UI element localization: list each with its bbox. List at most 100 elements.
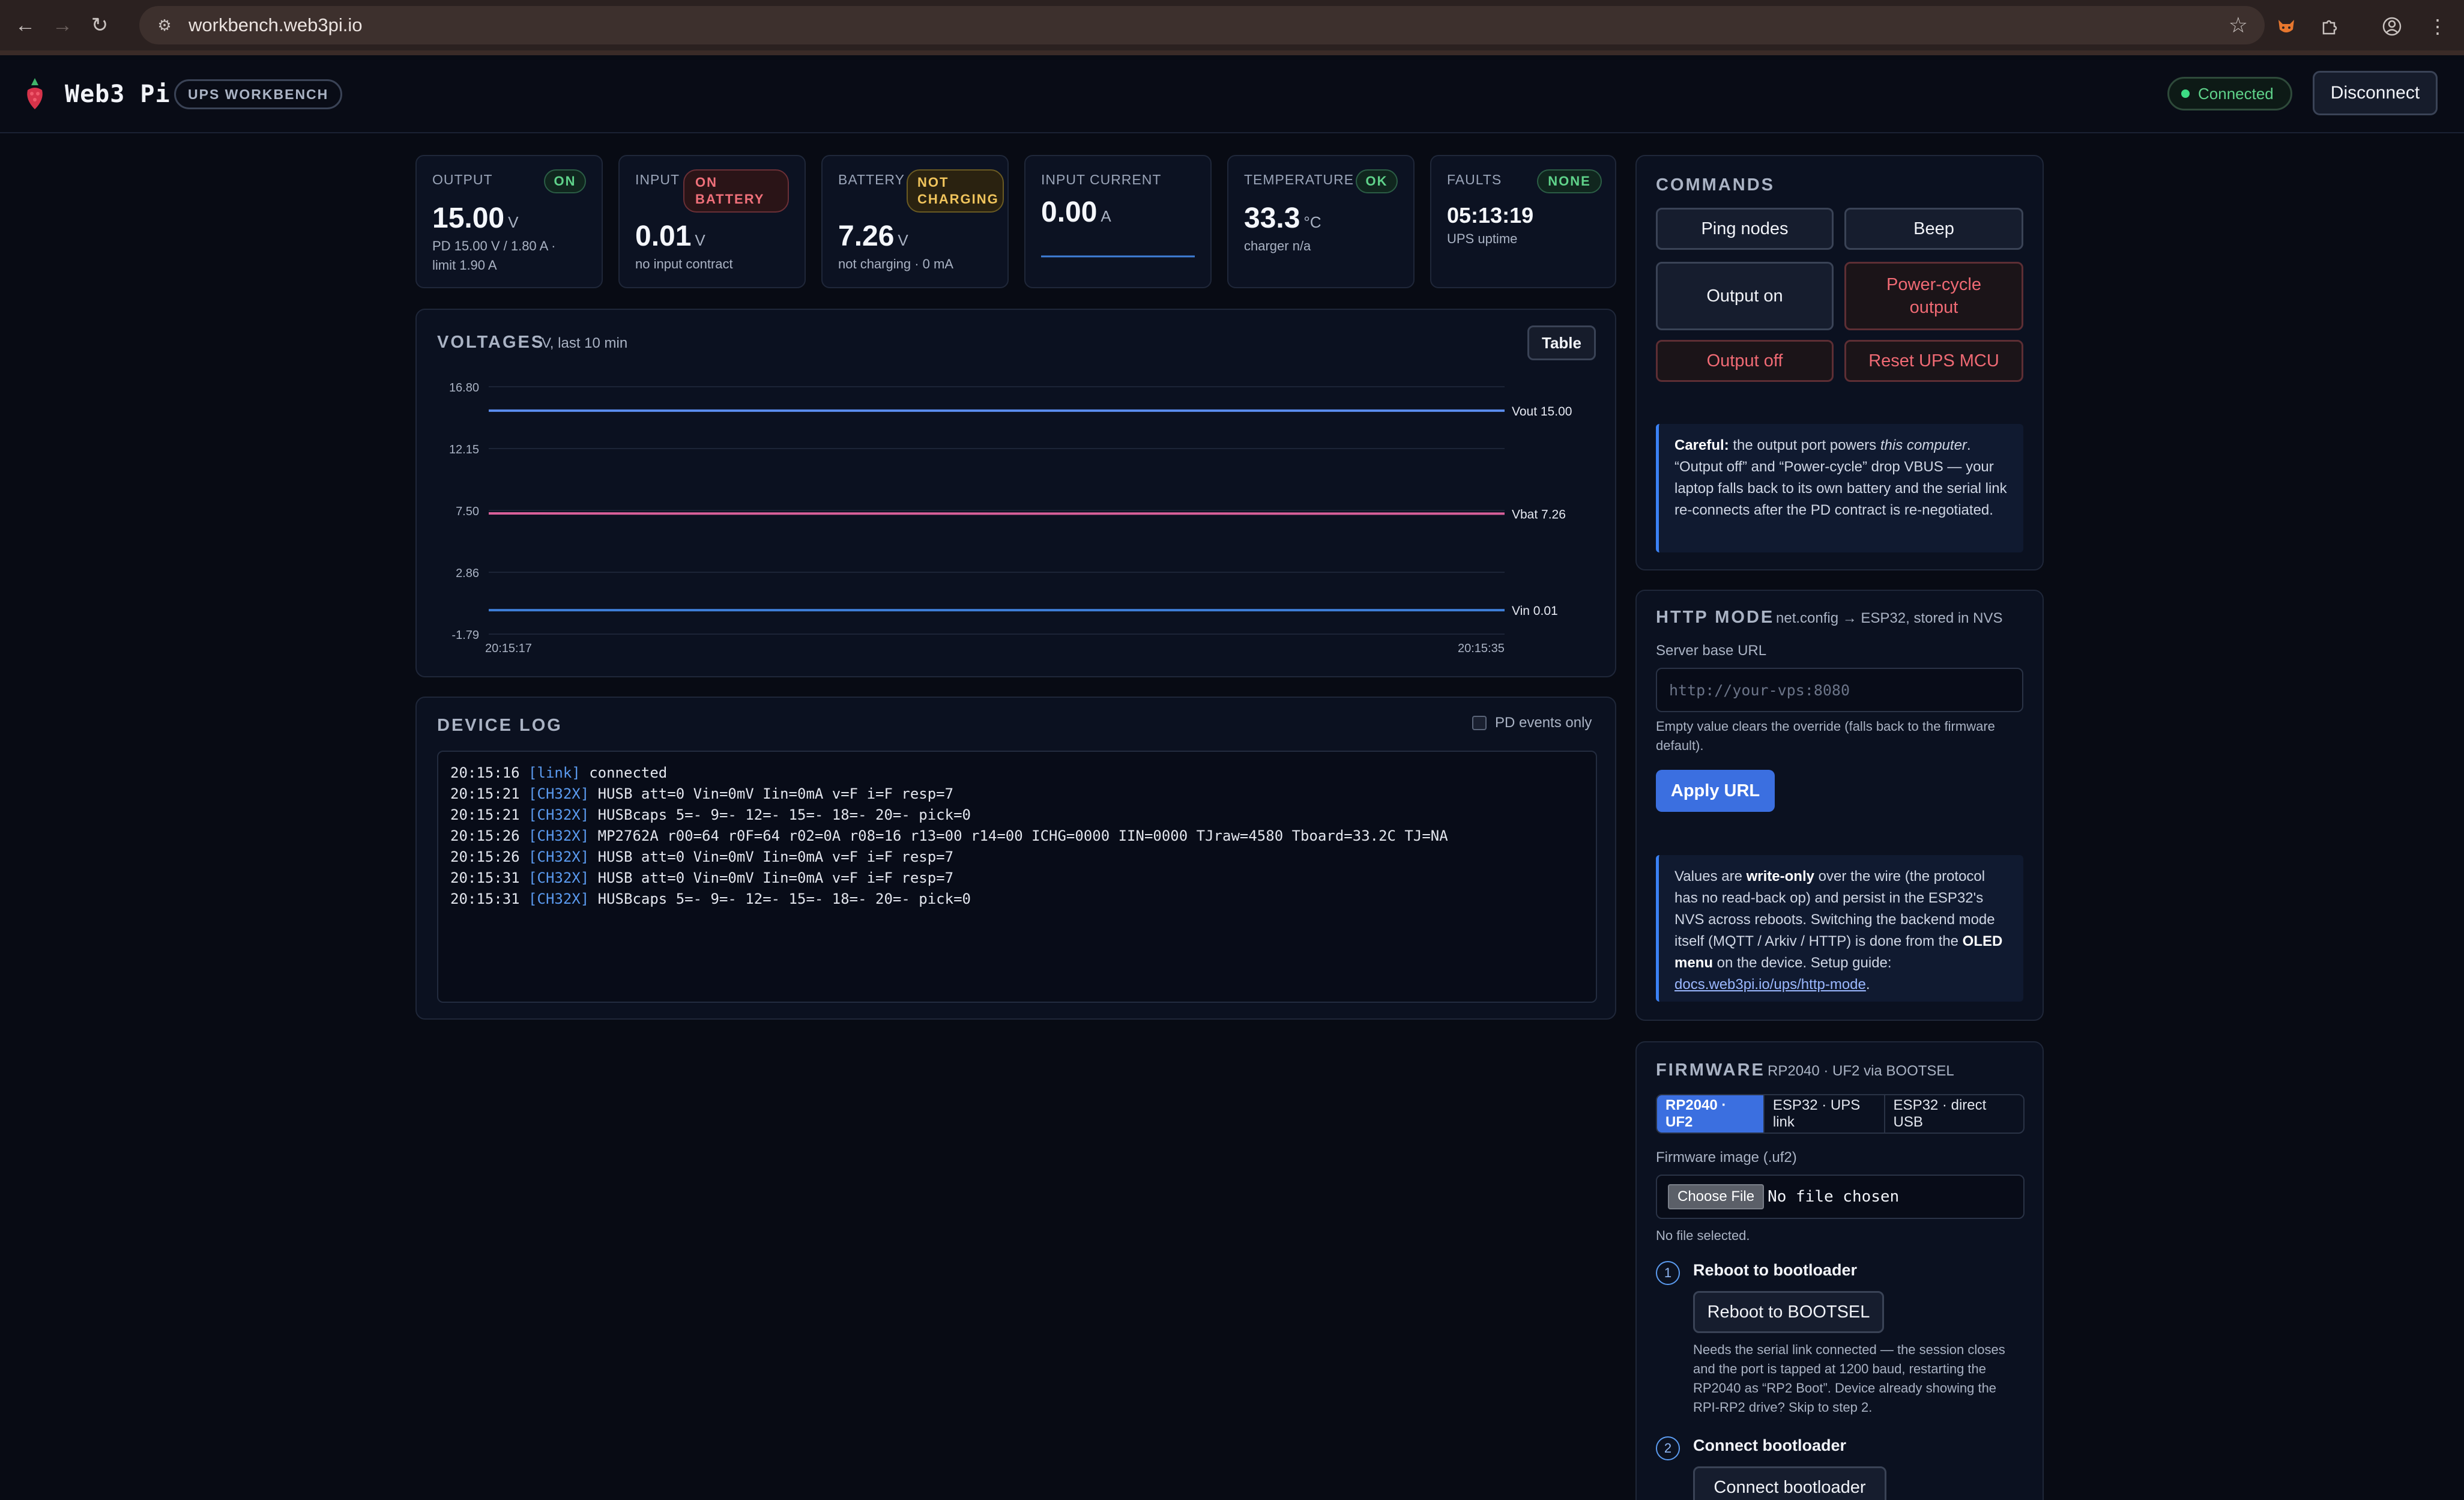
http-mode-panel: HTTP MODE net.config → ESP32, stored in … <box>1635 590 2044 1021</box>
step-help-text: Needs the serial link connected — the se… <box>1693 1342 2005 1415</box>
step-number: 1 <box>1656 1261 1680 1285</box>
setup-guide-link[interactable]: docs.web3pi.io/ups/http-mode <box>1674 976 1866 993</box>
extensions-puzzle-icon[interactable] <box>2316 13 2343 40</box>
series-end-label: Vout 15.00 <box>1512 405 1572 419</box>
write-only-info-note: Values are write-only over the wire (the… <box>1656 855 2023 1002</box>
panel-subtitle: net.config → ESP32, stored in NVS <box>1776 610 2003 626</box>
connection-status-badge: Connected <box>2167 77 2292 110</box>
y-tick-label: -1.79 <box>451 629 479 642</box>
firmware-file-input[interactable]: Choose File No file chosen <box>1656 1175 2025 1219</box>
firmware-panel: FIRMWARE RP2040 · UF2 via BOOTSEL RP2040… <box>1635 1041 2044 1500</box>
y-tick-label: 2.86 <box>456 567 479 580</box>
checkbox-label: PD events only <box>1495 715 1592 731</box>
app-header <box>0 60 2464 133</box>
browser-menu-icon[interactable]: ⋮ <box>2424 13 2451 40</box>
stat-label: OUTPUT <box>432 172 493 187</box>
site-settings-icon[interactable]: ⚙ <box>152 13 177 37</box>
x-tick-label: 20:15:35 <box>1458 642 1505 655</box>
panel-title: HTTP MODE <box>1656 608 1775 627</box>
status-badge: ON <box>544 169 586 193</box>
stat-label: FAULTS <box>1447 172 1502 187</box>
reboot-to-bootsel-button[interactable]: Reboot to BOOTSEL <box>1693 1291 1884 1333</box>
connected-dot-icon <box>2181 89 2190 98</box>
extension-fox-icon[interactable] <box>2273 13 2299 40</box>
device-log-panel: DEVICE LOG PD events only 20:15:16 [link… <box>415 697 1616 1020</box>
stat-sub: UPS uptime <box>1447 231 1518 246</box>
power-cycle-output-button[interactable]: Power-cycle output <box>1844 262 2023 330</box>
panel-title: DEVICE LOG <box>437 716 563 735</box>
reload-icon[interactable]: ↻ <box>88 13 112 37</box>
careful-warning-note: Careful: the output port powers this com… <box>1656 424 2023 552</box>
stat-sub: charger n/a <box>1244 238 1311 253</box>
step-number: 2 <box>1656 1436 1680 1460</box>
panel-subtitle: RP2040 · UF2 via BOOTSEL <box>1768 1063 1954 1079</box>
url-text[interactable]: workbench.web3pi.io <box>189 14 363 36</box>
apply-url-button[interactable]: Apply URL <box>1656 770 1775 812</box>
stat-label: INPUT <box>635 172 680 187</box>
log-line: 20:15:16 [link] connected <box>450 764 668 781</box>
connect-bootloader-button[interactable]: Connect bootloader <box>1693 1466 1886 1500</box>
server-base-url-input[interactable] <box>1656 668 2023 712</box>
firmware-image-label: Firmware image (.uf2) <box>1656 1149 1797 1166</box>
series-end-label: Vbat 7.26 <box>1512 507 1566 521</box>
y-tick-label: 12.15 <box>449 443 479 456</box>
stat-value: 05:13:19 <box>1447 203 1534 228</box>
step-title: Reboot to bootloader <box>1693 1261 1857 1279</box>
server-url-label: Server base URL <box>1656 643 1767 659</box>
log-line: 20:15:31 [CH32X] HUSB att=0 Vin=0mV Iin=… <box>450 869 954 886</box>
profile-icon[interactable] <box>2379 13 2405 40</box>
tab-rp2040-uf2[interactable]: RP2040 · UF2 <box>1657 1095 1765 1133</box>
file-status-text: No file selected. <box>1656 1228 1750 1243</box>
step-title: Connect bootloader <box>1693 1436 1846 1454</box>
back-icon[interactable]: ← <box>13 13 37 37</box>
output-on-button[interactable]: Output on <box>1656 262 1834 330</box>
stat-card-input: INPUT ON BATTERY 0.01 V no input contract <box>618 155 806 288</box>
stat-value: 0.01 V <box>635 220 705 252</box>
disconnect-button[interactable]: Disconnect <box>2313 71 2438 115</box>
bookmark-star-icon[interactable]: ☆ <box>2229 13 2248 37</box>
status-badge: NOT CHARGING <box>907 169 1004 213</box>
stat-card-input-current: INPUT CURRENT 0.00 A <box>1024 155 1212 288</box>
stat-value: 15.00 V <box>432 202 519 234</box>
commands-panel: COMMANDS Ping nodes Beep Output on Power… <box>1635 155 2044 570</box>
output-off-button[interactable]: Output off <box>1656 340 1834 382</box>
series-end-label: Vin 0.01 <box>1512 604 1558 618</box>
log-output[interactable]: 20:15:16 [link] connected 20:15:21 [CH32X… <box>437 751 1597 1003</box>
stat-card-output: OUTPUT ON 15.00 V PD 15.00 V / 1.80 A · l… <box>415 155 603 288</box>
stat-sub: not charging · 0 mA <box>838 256 953 271</box>
status-badge: NONE <box>1537 169 1602 193</box>
beep-button[interactable]: Beep <box>1844 208 2023 250</box>
stat-sub: PD 15.00 V / 1.80 A · <box>432 238 556 253</box>
log-line: 20:15:21 [CH32X] HUSBcaps 5=- 9=- 12=- 1… <box>450 806 971 823</box>
checkbox-box[interactable] <box>1472 716 1487 730</box>
panel-title: COMMANDS <box>1656 175 1775 195</box>
voltages-panel: VOLTAGES V, last 10 min Table 16.80 12.15… <box>415 309 1616 677</box>
stat-card-battery: BATTERY NOT CHARGING 7.26 V not charging ·… <box>821 155 1009 288</box>
ping-nodes-button[interactable]: Ping nodes <box>1656 208 1834 250</box>
tab-esp32-direct-usb[interactable]: ESP32 · direct USB <box>1885 1095 2023 1133</box>
panel-title: FIRMWARE <box>1656 1060 1765 1080</box>
log-line: 20:15:26 [CH32X] HUSB att=0 Vin=0mV Iin=… <box>450 848 954 865</box>
voltages-chart: 16.80 12.15 7.50 2.86 -1.79 20:15:17 20:15:35 V… <box>449 381 1572 655</box>
forward-icon[interactable]: → <box>50 13 74 37</box>
x-tick-label: 20:15:17 <box>485 642 532 655</box>
stat-card-faults: FAULTS NONE 05:13:19 UPS uptime <box>1430 155 1616 288</box>
raspberry-logo-icon <box>27 78 43 109</box>
reset-ups-mcu-button[interactable]: Reset UPS MCU <box>1844 340 2023 382</box>
stat-sub: no input contract <box>635 256 733 271</box>
pd-events-only-checkbox[interactable]: PD events only <box>1472 715 1592 731</box>
file-name-text: No file chosen <box>1768 1188 1900 1206</box>
log-line: 20:15:31 [CH32X] HUSBcaps 5=- 9=- 12=- 1… <box>450 891 971 907</box>
stat-sub: limit 1.90 A <box>432 258 497 273</box>
tab-esp32-ups-link[interactable]: ESP32 · UPS link <box>1765 1095 1885 1133</box>
stat-value: 33.3 °C <box>1244 202 1321 234</box>
browser-toolbar: ← → ↻ ⚙ workbench.web3pi.io ☆ ⋮ <box>0 0 2464 55</box>
status-badge: OK <box>1356 169 1398 193</box>
choose-file-button[interactable]: Choose File <box>1668 1184 1765 1209</box>
stat-value: 7.26 V <box>838 220 908 252</box>
status-badge: ON BATTERY <box>683 169 789 213</box>
firmware-target-tabs: RP2040 · UF2 ESP32 · UPS link ESP32 · di… <box>1656 1094 2025 1134</box>
stat-label: BATTERY <box>838 172 905 187</box>
stat-label: TEMPERATURE <box>1244 172 1354 187</box>
address-bar[interactable]: ⚙ workbench.web3pi.io ☆ <box>139 6 2265 44</box>
